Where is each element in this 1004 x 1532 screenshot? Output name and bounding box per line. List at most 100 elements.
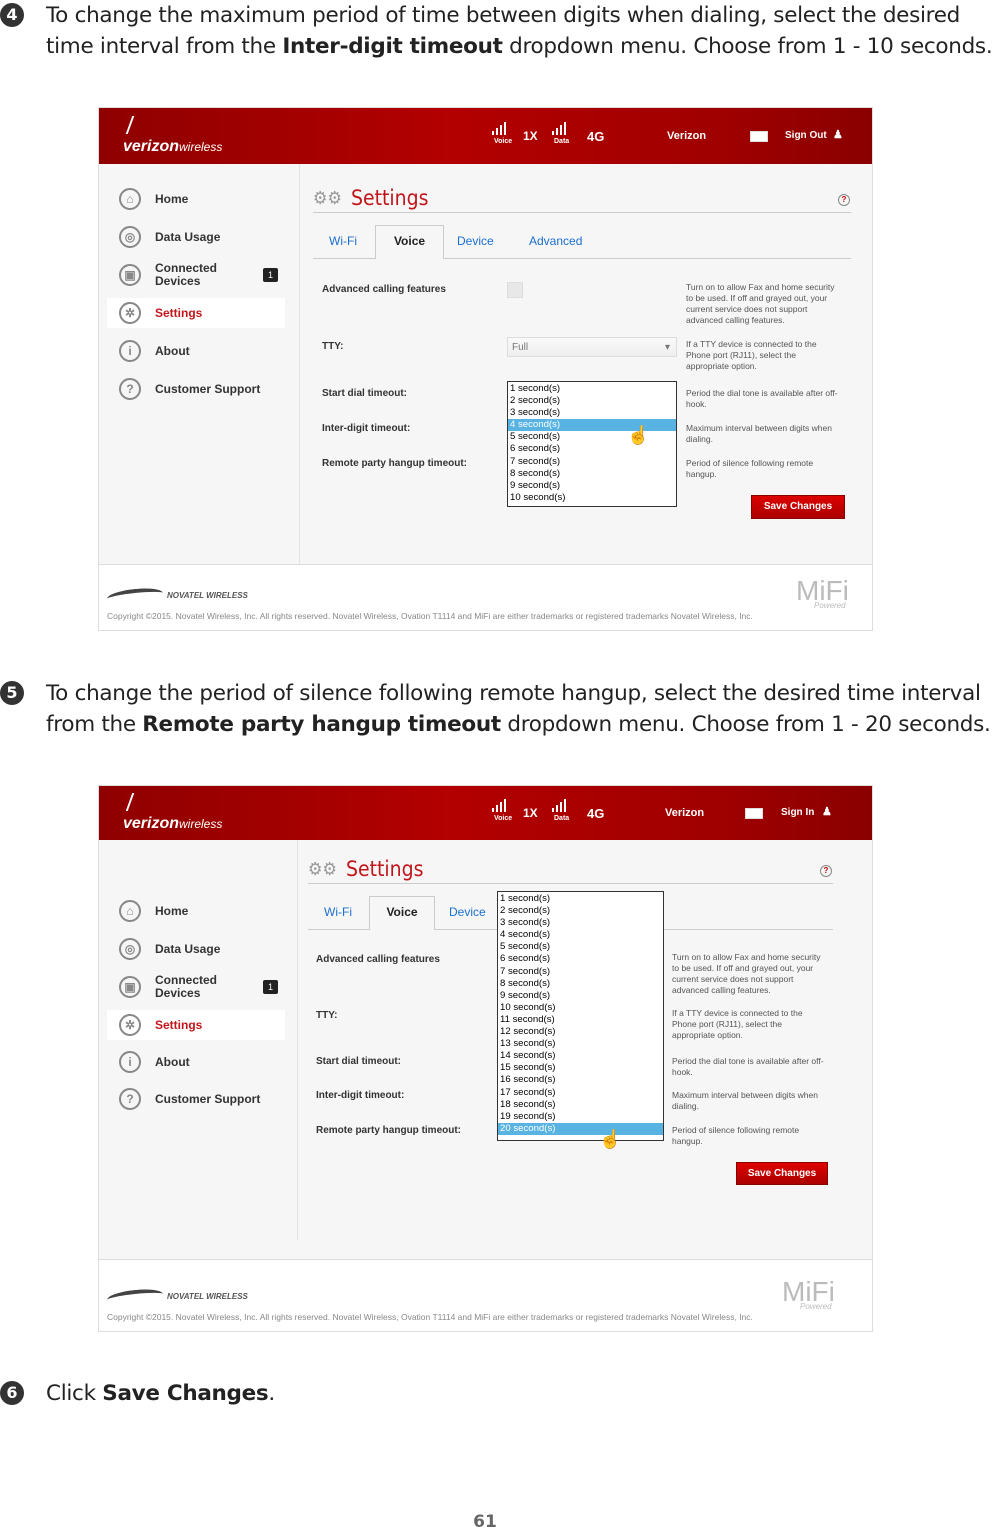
sidebar-item-customer-support[interactable]: ? Customer Support [119,1085,285,1113]
dropdown-option[interactable]: 8 second(s) [498,978,663,990]
step-text-bold: Inter-digit timeout [282,34,503,59]
sidebar-item-label: Settings [155,1017,203,1032]
logo-suffix: wireless [179,817,223,831]
dropdown-option[interactable]: 16 second(s) [498,1074,663,1086]
step-number-icon: 5 [0,681,24,705]
dropdown-option[interactable]: 4 second(s) [508,419,676,432]
network-label: 4G [587,129,605,144]
tab-wifi[interactable]: Wi-Fi [324,905,352,919]
dropdown-option[interactable]: 3 second(s) [508,407,676,419]
help-icon: ? [119,378,141,400]
dropdown-option[interactable]: 12 second(s) [498,1026,663,1038]
sidebar-item-customer-support[interactable]: ? Customer Support [119,375,285,403]
sidebar-item-home[interactable]: ⌂ Home [119,185,285,213]
save-changes-button[interactable]: Save Changes [736,1162,828,1185]
dropdown-option[interactable]: 2 second(s) [508,395,676,407]
dropdown-option[interactable]: 2 second(s) [498,905,663,917]
dropdown-option[interactable]: 1 second(s) [508,383,676,395]
help-text: Period the dial tone is available after … [686,388,838,409]
sidebar-item-home[interactable]: ⌂ Home [119,897,285,925]
dropdown-option[interactable]: 9 second(s) [498,990,663,1002]
dropdown-option[interactable]: 17 second(s) [498,1087,663,1099]
gear-icon: ⚙⚙ [308,859,338,880]
footer: NOVATEL WIRELESS Copyright ©2015. Novatel… [99,1259,872,1331]
sidebar-item-about[interactable]: i About [119,337,285,365]
signal-bar [504,122,506,135]
tab-device[interactable]: Device [449,905,486,919]
copyright-text: Copyright ©2015. Novatel Wireless, Inc. … [107,1312,753,1322]
step-text-post: . [268,1381,275,1406]
help-text: Period the dial tone is available after … [672,1056,824,1077]
tab-device[interactable]: Device [457,234,494,248]
powered-text: Powered [800,1302,832,1311]
tab-wifi[interactable]: Wi-Fi [329,234,357,248]
dropdown-option[interactable]: 6 second(s) [498,953,663,965]
help-circle-icon[interactable]: ? [838,194,850,206]
dropdown-option[interactable]: 6 second(s) [508,443,676,455]
dropdown-option[interactable]: 11 second(s) [498,1014,663,1026]
timeout-dropdown-list[interactable]: 1 second(s) 2 second(s) 3 second(s) 4 secon… [507,381,677,507]
signal-bar [492,131,494,135]
dropdown-option[interactable]: 9 second(s) [508,480,676,492]
field-label: Inter-digit timeout: [316,1090,405,1101]
sidebar-item-connected-devices[interactable]: ▣ Connected Devices [119,973,225,1001]
page-title: Settings [351,186,429,210]
sidebar-item-label: About [155,1054,190,1069]
copyright-text: Copyright ©2015. Novatel Wireless, Inc. … [107,611,753,621]
logo-check-mark [125,116,201,134]
sidebar-item-connected-devices[interactable]: ▣ Connected Devices [119,261,225,289]
info-icon: i [119,340,141,362]
hand-cursor-icon: ☝ [627,425,650,445]
field-label: Remote party hangup timeout: [322,458,468,469]
globe-icon: ◎ [119,938,141,960]
dropdown-option[interactable]: 15 second(s) [498,1062,663,1074]
save-changes-button[interactable]: Save Changes [751,495,845,519]
carrier-name: Verizon [665,807,705,819]
tab-voice[interactable]: Voice [369,896,435,930]
dropdown-option[interactable]: 18 second(s) [498,1099,663,1111]
signal-bar [504,799,506,812]
tab-advanced[interactable]: Advanced [529,234,582,248]
help-text: Maximum interval between digits when dia… [672,1090,818,1111]
signal-bar [560,802,562,812]
sidebar-item-data-usage[interactable]: ◎ Data Usage [119,223,285,251]
dropdown-option[interactable]: 20 second(s) [498,1122,663,1135]
sign-link[interactable]: Sign In [781,807,814,818]
dropdown-option[interactable]: 1 second(s) [498,893,663,905]
novatel-logo-swoosh [106,1287,164,1307]
device-ui-screenshot: verizonwireless Voice Data 1X 4G Verizon Sign … [98,785,873,1332]
sidebar-item-settings[interactable]: ✲ Settings [119,299,285,327]
field-label: Advanced calling features [322,284,446,295]
dropdown-option[interactable]: 3 second(s) [498,917,663,929]
sidebar-item-about[interactable]: i About [119,1048,285,1076]
sidebar-item-label: Customer Support [155,1091,261,1106]
battery-icon [750,131,768,142]
dropdown-option[interactable]: 5 second(s) [498,941,663,953]
sidebar-item-settings[interactable]: ✲ Settings [119,1011,285,1039]
mifi-powered-logo: MiFi Powered [782,1276,835,1311]
help-circle-icon[interactable]: ? [820,865,832,877]
dropdown-option[interactable]: 8 second(s) [508,468,676,480]
timeout-dropdown-list[interactable]: 1 second(s) 2 second(s) 3 second(s) 4 secon… [497,891,664,1141]
help-text: If a TTY device is connected to the Phon… [686,339,817,371]
dropdown-option[interactable]: 14 second(s) [498,1050,663,1062]
dropdown-option[interactable]: 7 second(s) [498,966,663,978]
footer: NOVATEL WIRELESS Copyright ©2015. Novatel… [99,564,872,630]
sign-link[interactable]: Sign Out [785,130,827,141]
field-label: TTY: [316,1010,338,1021]
dropdown-option[interactable]: 10 second(s) [498,1002,663,1014]
dropdown-option[interactable]: 13 second(s) [498,1038,663,1050]
dropdown-option[interactable]: 10 second(s) [508,492,676,504]
dropdown-option[interactable]: 4 second(s) [498,929,663,941]
sidebar-item-label: Settings [155,305,203,320]
hand-cursor-icon: ☝ [599,1129,622,1149]
sidebar-item-data-usage[interactable]: ◎ Data Usage [119,935,285,963]
tab-voice[interactable]: Voice [375,225,444,259]
help-text: Turn on to allow Fax and home security t… [686,282,835,325]
tty-select[interactable]: Full [507,337,677,358]
advanced-calling-checkbox[interactable] [507,282,523,298]
dropdown-option[interactable]: 19 second(s) [498,1111,663,1123]
help-text: Turn on to allow Fax and home security t… [672,952,821,995]
dropdown-option[interactable]: 7 second(s) [508,456,676,468]
dropdown-option[interactable]: 5 second(s) [508,431,676,443]
